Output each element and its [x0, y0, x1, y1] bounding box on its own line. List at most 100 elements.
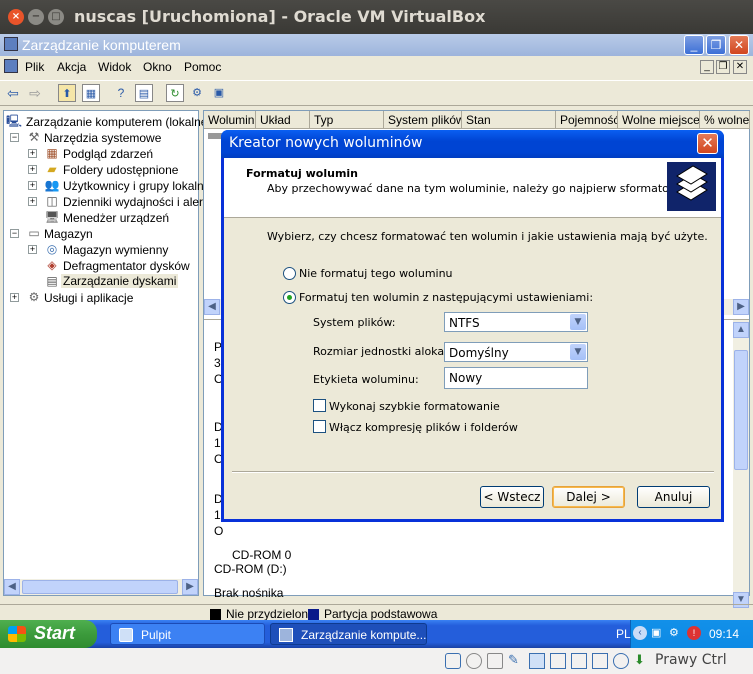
show-tree-icon[interactable]: ▦ [82, 84, 100, 102]
tree-item-performance-logs[interactable]: Dzienniki wydajności i alerty [63, 195, 212, 209]
expand-icon[interactable]: + [28, 197, 37, 206]
col-header-layout[interactable]: Układ [256, 111, 310, 129]
tree-item-defragmenter[interactable]: Defragmentator dysków [63, 259, 190, 273]
network-adapter-icon[interactable] [571, 653, 587, 669]
minimize-icon[interactable]: − [28, 9, 44, 25]
maximize-icon[interactable]: □ [48, 9, 64, 25]
next-button[interactable]: Dalej > [552, 486, 625, 508]
tree-item-system-tools[interactable]: Narzędzia systemowe [44, 131, 161, 145]
close-icon[interactable]: × [8, 9, 24, 25]
col-header-percent-free[interactable]: % wolneg [700, 111, 750, 129]
tree-item-local-users[interactable]: Użytkownicy i grupy lokalne [63, 179, 210, 193]
wizard-intro-text: Wybierz, czy chcesz formatować ten wolum… [267, 230, 708, 243]
scroll-up-icon[interactable]: ▲ [733, 322, 749, 338]
expand-icon[interactable]: + [28, 245, 37, 254]
security-alert-icon[interactable]: ! [687, 626, 701, 640]
graphical-v-scrollbar[interactable]: ▲ ▼ [733, 320, 749, 608]
windows-logo-icon [8, 626, 26, 642]
usb-icon[interactable] [592, 653, 608, 669]
col-header-status[interactable]: Stan [462, 111, 556, 129]
task-computer-management[interactable]: Zarządzanie kompute... [270, 623, 427, 645]
menu-window[interactable]: Okno [143, 60, 172, 74]
properties-icon[interactable]: ▤ [135, 84, 153, 102]
volume-label-input[interactable]: Nowy [444, 367, 588, 389]
scroll-thumb[interactable] [22, 580, 178, 594]
compression-checkbox[interactable] [313, 420, 326, 433]
collapse-icon[interactable]: − [10, 229, 19, 238]
allocation-unit-label: Rozmiar jednostki alokacji: [313, 345, 460, 358]
menu-view[interactable]: Widok [98, 60, 131, 74]
allocation-unit-select[interactable]: Domyślny ▼ [444, 342, 588, 362]
chevron-down-icon[interactable]: ▼ [570, 344, 586, 360]
quick-format-checkbox[interactable] [313, 399, 326, 412]
export-list-icon[interactable]: ▣ [210, 84, 228, 102]
tree-item-computer-management[interactable]: Zarządzanie komputerem (lokalne) [26, 115, 211, 129]
optical-drive-icon[interactable] [466, 653, 482, 669]
expand-icon[interactable]: + [28, 149, 37, 158]
scroll-right-icon[interactable]: ▶ [182, 579, 198, 595]
tree-item-services-apps[interactable]: Usługi i aplikacje [44, 291, 133, 305]
tray-expand-icon[interactable]: ‹ [633, 626, 647, 640]
back-arrow-icon[interactable]: ⇦ [4, 84, 22, 102]
menu-action[interactable]: Akcja [57, 60, 86, 74]
radio-no-format-label[interactable]: Nie formatuj tego woluminu [299, 267, 453, 280]
quick-format-label[interactable]: Wykonaj szybkie formatowanie [329, 400, 500, 413]
col-header-filesystem[interactable]: System plików [384, 111, 462, 129]
chevron-down-icon[interactable]: ▼ [570, 314, 586, 330]
restore-button[interactable]: ❐ [706, 35, 726, 55]
menu-help[interactable]: Pomoc [184, 60, 221, 74]
scroll-right-icon[interactable]: ▶ [733, 299, 749, 315]
tree-item-storage[interactable]: Magazyn [44, 227, 93, 241]
shared-folders-icon[interactable] [529, 653, 545, 669]
tree-item-event-viewer[interactable]: Podgląd zdarzeń [63, 147, 153, 161]
cancel-button[interactable]: Anuluj [637, 486, 710, 508]
start-button[interactable]: Start [0, 620, 97, 648]
tree-item-device-manager[interactable]: Menedżer urządzeń [63, 211, 169, 225]
pen-icon[interactable]: ✎ [508, 653, 524, 669]
network-icon[interactable]: ▣ [651, 626, 661, 639]
radio-format-label[interactable]: Formatuj ten wolumin z następującymi ust… [299, 291, 593, 304]
compression-label[interactable]: Włącz kompresję plików i folderów [329, 421, 518, 434]
tree-item-disk-management[interactable]: Zarządzanie dyskami [61, 274, 179, 288]
task-desktop[interactable]: Pulpit [110, 623, 265, 645]
expand-icon[interactable]: + [10, 293, 19, 302]
keyboard-capture-icon[interactable]: ⬇ [634, 653, 650, 669]
scroll-thumb[interactable] [734, 350, 748, 470]
scroll-left-icon[interactable]: ◀ [204, 299, 220, 315]
scroll-left-icon[interactable]: ◀ [4, 579, 20, 595]
back-button[interactable]: < Wstecz [480, 486, 544, 508]
child-minimize-button[interactable]: _ [700, 60, 714, 74]
radio-no-format[interactable] [283, 267, 296, 280]
tree-item-shared-folders[interactable]: Foldery udostępnione [63, 163, 178, 177]
dialog-close-button[interactable]: ✕ [697, 133, 718, 154]
refresh-icon[interactable]: ↻ [166, 84, 184, 102]
up-folder-icon[interactable]: ⬆ [58, 84, 76, 102]
filesystem-value: NTFS [449, 316, 480, 330]
expand-icon[interactable]: + [28, 181, 37, 190]
help-icon[interactable]: ? [112, 84, 130, 102]
collapse-icon[interactable]: − [10, 133, 19, 142]
hard-disk-icon[interactable] [445, 653, 461, 669]
menu-file[interactable]: Plik [25, 60, 44, 74]
capture-icon[interactable] [613, 653, 629, 669]
child-close-button[interactable]: ✕ [733, 60, 747, 74]
security-icon[interactable]: ⚙ [669, 626, 679, 639]
forward-arrow-icon[interactable]: ⇨ [26, 84, 44, 102]
audio-icon[interactable] [487, 653, 503, 669]
language-indicator[interactable]: PL [616, 627, 631, 641]
col-header-free-space[interactable]: Wolne miejsce [618, 111, 700, 129]
vbox-status-bar: ✎ ⬇ Prawy Ctrl [0, 648, 753, 674]
close-button[interactable]: ✕ [729, 35, 749, 55]
filesystem-select[interactable]: NTFS ▼ [444, 312, 588, 332]
display-icon[interactable] [550, 653, 566, 669]
tree-h-scrollbar[interactable]: ◀ ▶ [4, 579, 198, 595]
expand-icon[interactable]: + [28, 165, 37, 174]
minimize-button[interactable]: _ [684, 35, 704, 55]
col-header-type[interactable]: Typ [310, 111, 384, 129]
tree-item-removable-storage[interactable]: Magazyn wymienny [63, 243, 168, 257]
col-header-volume[interactable]: Wolumin [204, 111, 256, 129]
radio-format[interactable] [283, 291, 296, 304]
settings-icon[interactable]: ⚙ [188, 84, 206, 102]
col-header-capacity[interactable]: Pojemność [556, 111, 618, 129]
child-restore-button[interactable]: ❐ [716, 60, 730, 74]
